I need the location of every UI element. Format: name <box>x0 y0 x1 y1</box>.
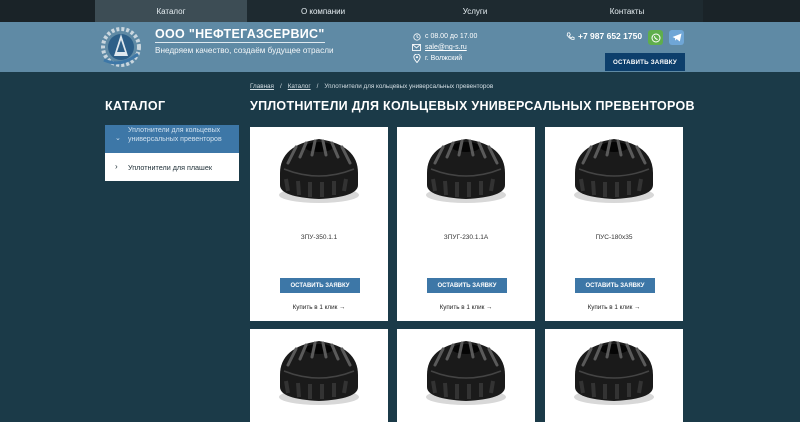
breadcrumb-current: Уплотнители для кольцевых универсальных … <box>324 83 494 90</box>
request-button[interactable]: ОСТАВИТЬ ЗАЯВКУ <box>575 278 655 293</box>
product-image[interactable] <box>421 335 511 407</box>
nav-item-catalog[interactable]: Каталог <box>95 0 247 22</box>
buy-one-click-link[interactable]: Купить в 1 клик → <box>397 304 535 311</box>
clock-icon <box>412 32 421 41</box>
whatsapp-icon[interactable] <box>648 30 663 45</box>
telegram-icon[interactable] <box>669 30 684 45</box>
product-card[interactable]: ЗПУ-350.1.1 ОСТАВИТЬ ЗАЯВКУ Купить в 1 к… <box>250 127 388 321</box>
logo-icon[interactable] <box>96 24 146 70</box>
request-button-header[interactable]: ОСТАВИТЬ ЗАЯВКУ <box>605 53 685 71</box>
nav-item-services[interactable]: Услуги <box>399 0 551 22</box>
sidebar-item-label: Уплотнители для кольцевых универсальных … <box>128 127 222 143</box>
request-button[interactable]: ОСТАВИТЬ ЗАЯВКУ <box>427 278 507 293</box>
arrow-right-icon: → <box>634 304 641 311</box>
chevron-down-icon: ⌄ <box>115 135 121 142</box>
phone-icon <box>566 31 575 41</box>
product-image[interactable] <box>569 133 659 205</box>
arrow-right-icon: → <box>339 304 346 311</box>
buy-one-click-link[interactable]: Купить в 1 клик → <box>545 304 683 311</box>
phone-number: +7 987 652 1750 <box>578 31 643 41</box>
breadcrumb-separator: / <box>316 83 319 90</box>
page-title: УПЛОТНИТЕЛИ ДЛЯ КОЛЬЦЕВЫХ УНИВЕРСАЛЬНЫХ … <box>250 99 695 113</box>
product-image[interactable] <box>274 133 364 205</box>
top-nav: Каталог О компании Услуги Контакты <box>0 0 800 22</box>
buy-one-click-link[interactable]: Купить в 1 клик → <box>250 304 388 311</box>
product-name[interactable]: ЗПУГ-230.1.1А <box>397 234 535 241</box>
brand-name[interactable]: ООО "НЕФТЕГАЗСЕРВИС" <box>155 27 325 43</box>
site-header: ООО "НЕФТЕГАЗСЕРВИС" Внедряем качество, … <box>0 22 800 72</box>
product-name[interactable]: ПУС-180х35 <box>545 234 683 241</box>
request-button[interactable]: ОСТАВИТЬ ЗАЯВКУ <box>280 278 360 293</box>
chevron-right-icon: › <box>115 162 118 171</box>
city: г. Волжский <box>425 55 463 62</box>
product-card[interactable]: ПУС-180х35 ОСТАВИТЬ ЗАЯВКУ Купить в 1 кл… <box>545 127 683 321</box>
brand-slogan: Внедряем качество, создаём будущее отрас… <box>155 46 334 55</box>
product-image[interactable] <box>274 335 364 407</box>
nav-item-about[interactable]: О компании <box>247 0 399 22</box>
sidebar-item-ring-preventer-seals[interactable]: ⌄ Уплотнители для кольцевых универсальны… <box>105 125 239 153</box>
product-image[interactable] <box>421 133 511 205</box>
sidebar-item-label: Уплотнители для плашек <box>128 162 212 172</box>
work-hours: с 08.00 до 17.00 <box>425 33 478 40</box>
product-name[interactable]: ЗПУ-350.1.1 <box>250 234 388 241</box>
contact-info: с 08.00 до 17.00 sale@ng-s.ru г. Волжски… <box>412 31 477 64</box>
sidebar-item-ram-seals[interactable]: › Уплотнители для плашек <box>105 153 239 181</box>
breadcrumb-home[interactable]: Главная <box>250 83 274 90</box>
product-card[interactable] <box>545 329 683 422</box>
mail-icon <box>412 43 421 52</box>
product-card[interactable] <box>250 329 388 422</box>
product-card[interactable]: ЗПУГ-230.1.1А ОСТАВИТЬ ЗАЯВКУ Купить в 1… <box>397 127 535 321</box>
breadcrumb-separator: / <box>279 83 282 90</box>
arrow-right-icon: → <box>486 304 493 311</box>
breadcrumb-catalog[interactable]: Каталог <box>288 83 311 90</box>
breadcrumb: Главная / Каталог / Уплотнители для коль… <box>250 83 493 90</box>
nav-item-contacts[interactable]: Контакты <box>551 0 703 22</box>
product-card[interactable] <box>397 329 535 422</box>
product-image[interactable] <box>569 335 659 407</box>
email-link[interactable]: sale@ng-s.ru <box>425 44 467 51</box>
sidebar-title: КАТАЛОГ <box>105 99 166 113</box>
location-icon <box>412 54 421 63</box>
phone-link[interactable]: +7 987 652 1750 <box>566 31 642 41</box>
